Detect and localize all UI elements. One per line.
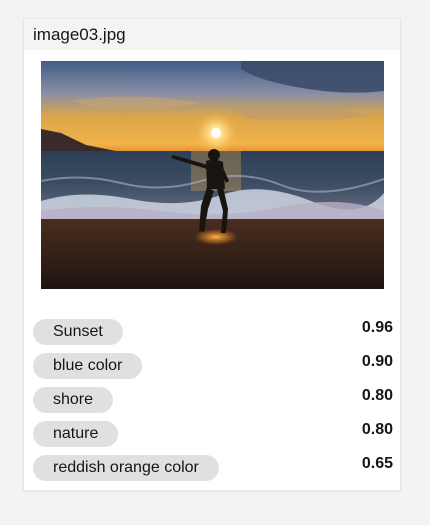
tag-score: 0.80 [361,421,393,438]
tag-pill[interactable]: Sunset [33,319,123,345]
tag-pill[interactable]: blue color [33,353,143,379]
sunset-beach-photo [41,61,384,289]
card-header: image03.jpg [24,19,400,50]
image-filename: image03.jpg [33,24,126,44]
tag-score: 0.65 [361,455,393,472]
tag-pill[interactable]: shore [33,387,114,413]
tag-row: Sunset 0.96 [33,319,393,353]
tag-pill[interactable]: nature [33,421,119,447]
image-result-card: image03.jpg Sunset 0.96 blue color 0.90 … [24,19,400,490]
tag-list: Sunset 0.96 blue color 0.90 shore 0.80 n… [33,319,393,489]
tag-pill[interactable]: reddish orange color [33,455,219,481]
tag-row: blue color 0.90 [33,353,393,387]
tag-score: 0.80 [361,387,393,404]
tag-row: nature 0.80 [33,421,393,455]
tag-score: 0.96 [361,319,393,336]
tag-row: reddish orange color 0.65 [33,455,393,489]
tag-row: shore 0.80 [33,387,393,421]
tag-score: 0.90 [361,353,393,370]
